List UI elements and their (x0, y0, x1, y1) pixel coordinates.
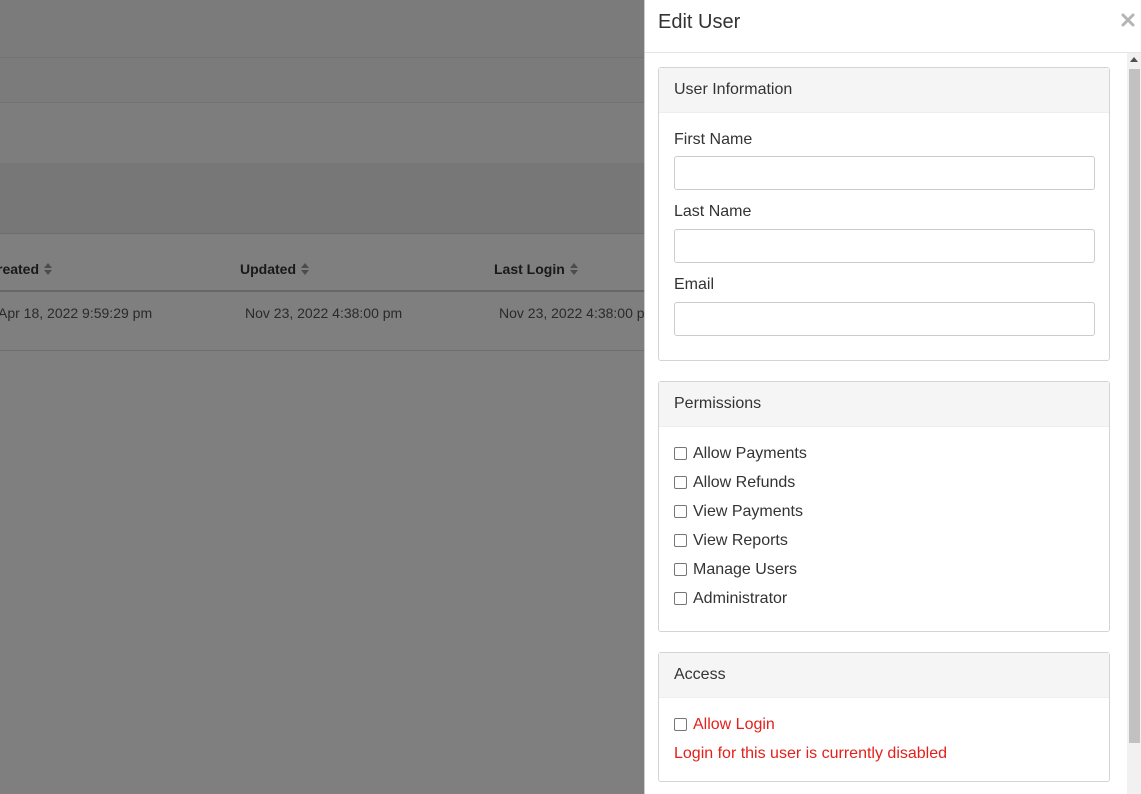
access-card: Access Allow Login Login for this user i… (658, 652, 1110, 782)
last-name-label: Last Name (674, 203, 1094, 221)
modal-backdrop[interactable] (0, 0, 644, 794)
first-name-label: First Name (674, 131, 1094, 149)
permission-administrator[interactable]: Administrator (674, 584, 1094, 613)
panel-scrollbar[interactable] (1127, 53, 1141, 794)
view-reports-checkbox[interactable] (674, 534, 687, 547)
manage-users-checkbox[interactable] (674, 563, 687, 576)
allow-refunds-checkbox[interactable] (674, 476, 687, 489)
login-status-message: Login for this user is currently disable… (674, 739, 1094, 768)
allow-login-checkbox[interactable] (674, 718, 687, 731)
last-name-input[interactable] (674, 229, 1095, 263)
view-payments-checkbox[interactable] (674, 505, 687, 518)
permissions-heading: Permissions (659, 382, 1109, 427)
permission-allow-payments[interactable]: Allow Payments (674, 439, 1094, 468)
access-heading: Access (659, 653, 1109, 698)
edit-user-panel: Edit User User Information First Name La… (644, 0, 1141, 794)
first-name-input[interactable] (674, 156, 1095, 190)
permission-view-payments[interactable]: View Payments (674, 497, 1094, 526)
email-label: Email (674, 276, 1094, 294)
scroll-up-icon[interactable] (1130, 57, 1138, 62)
scrollbar-thumb[interactable] (1129, 69, 1140, 743)
administrator-checkbox[interactable] (674, 592, 687, 605)
panel-header: Edit User (645, 0, 1141, 53)
user-information-card: User Information First Name Last Name Em… (658, 67, 1110, 361)
user-information-heading: User Information (659, 68, 1109, 113)
email-input[interactable] (674, 302, 1095, 336)
panel-title: Edit User (658, 11, 740, 34)
permission-allow-refunds[interactable]: Allow Refunds (674, 468, 1094, 497)
permission-view-reports[interactable]: View Reports (674, 526, 1094, 555)
permissions-card: Permissions Allow Payments Allow Refunds… (658, 381, 1110, 632)
allow-login-option[interactable]: Allow Login (674, 710, 1094, 739)
permission-manage-users[interactable]: Manage Users (674, 555, 1094, 584)
close-icon[interactable] (1120, 12, 1136, 28)
allow-payments-checkbox[interactable] (674, 447, 687, 460)
